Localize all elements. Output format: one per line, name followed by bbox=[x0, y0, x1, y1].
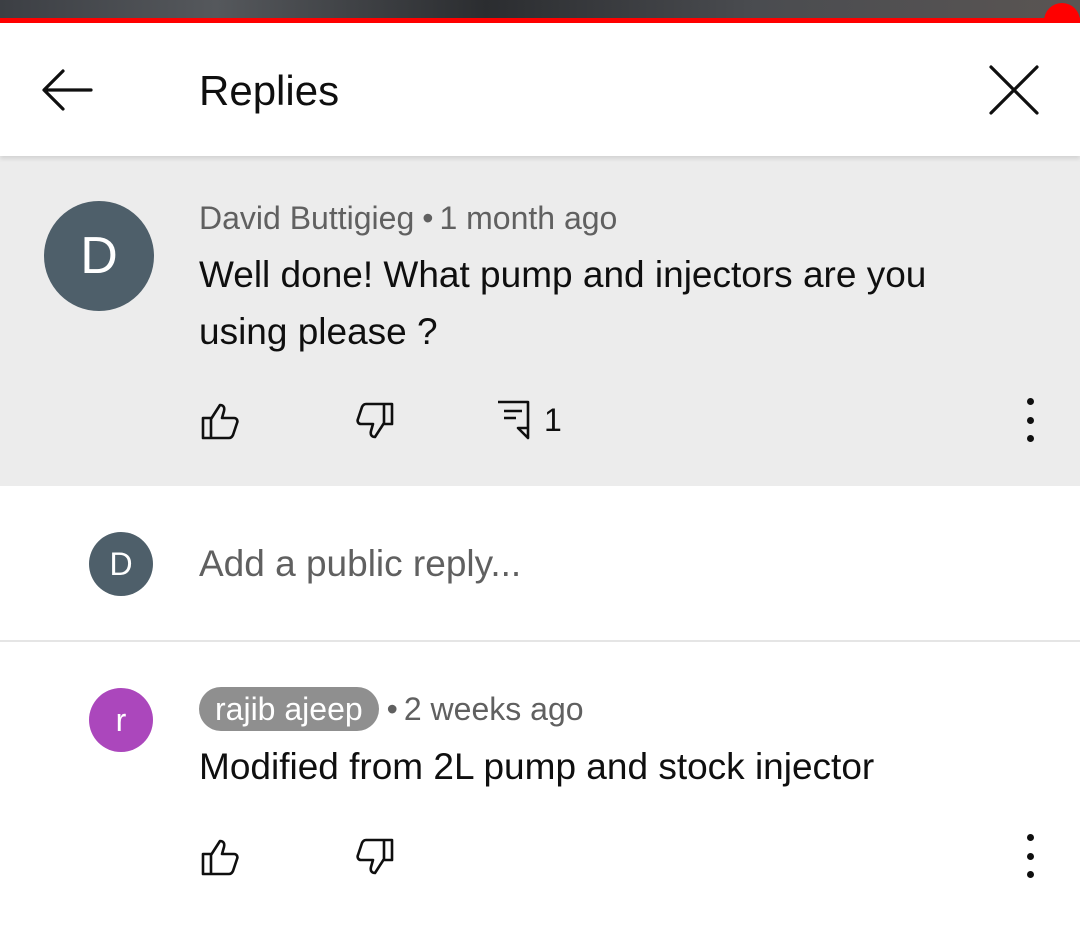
more-vert-icon bbox=[1026, 834, 1034, 841]
meta-separator: • bbox=[386, 690, 398, 727]
reply-composer: D bbox=[0, 486, 1080, 640]
parent-comment: D David Buttigieg • 1 month ago Well don… bbox=[0, 156, 1080, 486]
thumbs-up-icon bbox=[201, 403, 239, 440]
comment-text-line: Well done! What pump and injectors are y… bbox=[199, 254, 927, 295]
meta-separator: • bbox=[422, 200, 434, 236]
thumbs-up-icon bbox=[201, 839, 239, 876]
reply-comment: r rajib ajeep • 2 weeks ago Modified fro… bbox=[0, 642, 1080, 944]
comment-timestamp[interactable]: 1 month ago bbox=[439, 200, 617, 237]
like-button[interactable] bbox=[200, 838, 240, 876]
author-badge[interactable]: rajib ajeep bbox=[199, 687, 379, 731]
avatar[interactable]: D bbox=[44, 201, 154, 311]
reply-input[interactable] bbox=[199, 542, 999, 586]
comment-author[interactable]: David Buttigieg bbox=[199, 200, 414, 237]
close-icon bbox=[989, 65, 1039, 115]
like-button[interactable] bbox=[200, 402, 240, 440]
reply-count: 1 bbox=[544, 401, 562, 438]
thumbs-down-icon bbox=[356, 838, 394, 875]
more-vert-icon bbox=[1026, 398, 1034, 405]
comment-icon bbox=[498, 400, 530, 440]
comment-meta: rajib ajeep • 2 weeks ago bbox=[199, 687, 584, 731]
comment-text: Modified from 2L pump and stock injector bbox=[199, 746, 875, 787]
comment-timestamp[interactable]: 2 weeks ago bbox=[404, 691, 584, 728]
close-button[interactable] bbox=[980, 59, 1048, 121]
page-title: Replies bbox=[199, 67, 340, 114]
avatar[interactable]: r bbox=[89, 688, 153, 752]
comment-meta: David Buttigieg • 1 month ago bbox=[199, 200, 617, 237]
thumbs-down-icon bbox=[356, 402, 394, 439]
video-player-bottom[interactable] bbox=[0, 0, 1080, 20]
dislike-button[interactable] bbox=[355, 402, 395, 440]
avatar: D bbox=[89, 532, 153, 596]
back-button[interactable] bbox=[34, 61, 100, 119]
comment-text: Well done! What pump and injectors are y… bbox=[199, 246, 926, 360]
comment-text-line: using please ? bbox=[199, 311, 438, 352]
replies-header: Replies bbox=[0, 23, 1080, 156]
more-options-button[interactable] bbox=[1015, 398, 1045, 442]
back-arrow-icon bbox=[42, 69, 93, 111]
replies-count-button[interactable]: 1 bbox=[496, 400, 562, 440]
dislike-button[interactable] bbox=[355, 838, 395, 876]
more-options-button[interactable] bbox=[1015, 834, 1045, 878]
